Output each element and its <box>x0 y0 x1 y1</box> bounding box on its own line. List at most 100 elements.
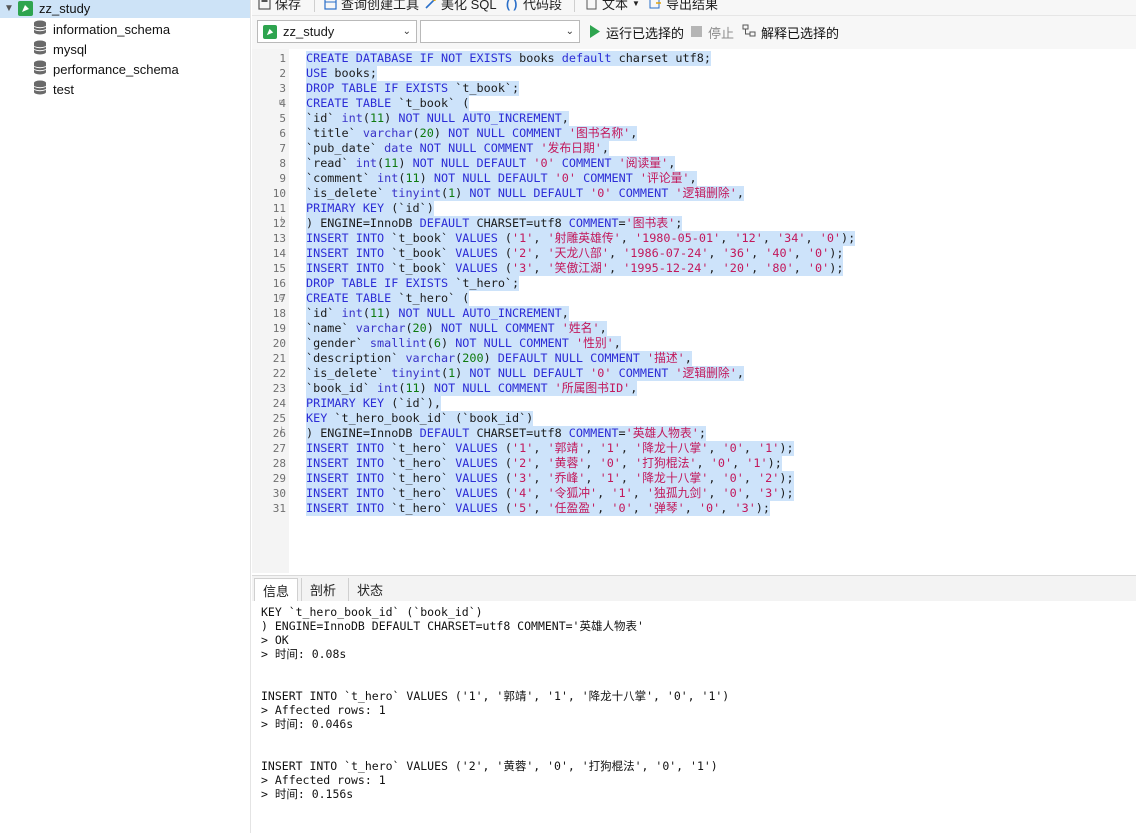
tree-item-database[interactable]: information_schema <box>0 19 250 39</box>
stop-button[interactable]: 停止 <box>691 23 734 42</box>
code-line-text: `pub_date` date NOT NULL COMMENT '发布日期', <box>306 141 609 156</box>
database-label: performance_schema <box>53 61 179 77</box>
text-mode-button[interactable]: 文本 ▼ <box>585 0 640 12</box>
database-icon <box>33 40 47 58</box>
code-line-text: `is_delete` tinyint(1) NOT NULL DEFAULT … <box>306 186 744 201</box>
code-line[interactable]: 1 CREATE DATABASE IF NOT EXISTS books def… <box>252 51 1136 66</box>
code-line[interactable]: 8 `read` int(11) NOT NULL DEFAULT '0' COM… <box>252 156 1136 171</box>
code-line[interactable]: 2 USE books; <box>252 66 1136 81</box>
line-number: 8 <box>279 157 286 170</box>
line-number: 25 <box>272 412 286 425</box>
database-label: information_schema <box>53 21 171 37</box>
tab-status[interactable]: 状态 <box>348 578 391 601</box>
code-line-text: PRIMARY KEY (`id`) <box>306 201 434 216</box>
code-snippet-button[interactable]: ( ) 代码段 <box>506 0 562 12</box>
stop-label: 停止 <box>708 26 735 41</box>
tab-info[interactable]: 信息 <box>254 578 299 601</box>
connection-select[interactable]: zz_study ⌄ <box>257 20 417 43</box>
code-line-text: INSERT INTO `t_book` VALUES ('1', '射雕英雄传… <box>306 231 856 246</box>
code-snippet-icon: ( ) <box>506 0 518 11</box>
output-line: > OK <box>261 633 289 647</box>
chevron-down-icon[interactable]: ▼ <box>4 3 14 14</box>
result-tabs: 信息 剖析 状态 <box>252 575 1136 602</box>
save-icon <box>258 0 271 10</box>
code-line[interactable]: 31 INSERT INTO `t_hero` VALUES ('5', '任盈盈… <box>252 501 1136 516</box>
code-line[interactable]: 17 ⊟ CREATE TABLE `t_hero` ( <box>252 291 1136 306</box>
line-number: 19 <box>272 322 286 335</box>
line-number: 27 <box>272 442 286 455</box>
code-line[interactable]: 28 INSERT INTO `t_hero` VALUES ('2', '黄蓉'… <box>252 456 1136 471</box>
output-line: > Affected rows: 1 <box>261 703 386 717</box>
code-line[interactable]: 10 `is_delete` tinyint(1) NOT NULL DEFAUL… <box>252 186 1136 201</box>
fold-toggle-icon[interactable]: ⊟ <box>279 96 287 111</box>
code-line[interactable]: 19 `name` varchar(20) NOT NULL COMMENT '姓… <box>252 321 1136 336</box>
fold-end-icon: └ <box>279 218 285 228</box>
code-line[interactable]: 24 PRIMARY KEY (`id`), <box>252 396 1136 411</box>
code-line[interactable]: 12 └) ENGINE=InnoDB DEFAULT CHARSET=utf8 … <box>252 216 1136 231</box>
toolbar-divider <box>314 0 315 12</box>
result-message-panel[interactable]: KEY `t_hero_book_id` (`book_id`)) ENGINE… <box>252 601 1136 833</box>
code-line[interactable]: 4 ⊟ CREATE TABLE `t_book` ( <box>252 96 1136 111</box>
code-area[interactable]: 1 CREATE DATABASE IF NOT EXISTS books def… <box>252 51 1136 516</box>
run-selected-button[interactable]: 运行已选择的 <box>589 23 684 42</box>
output-line: KEY `t_hero_book_id` (`book_id`) <box>261 605 483 619</box>
code-line[interactable]: 7 `pub_date` date NOT NULL COMMENT '发布日期'… <box>252 141 1136 156</box>
code-line-text: INSERT INTO `t_book` VALUES ('3', '笑傲江湖'… <box>306 261 844 276</box>
chevron-down-icon: ⌄ <box>402 26 411 37</box>
database-icon <box>33 80 47 98</box>
code-line-text: DROP TABLE IF EXISTS `t_book`; <box>306 81 520 96</box>
tree-item-connection[interactable]: ▼ zz_study <box>0 0 250 18</box>
query-builder-button[interactable]: 查询创建工具 <box>324 0 419 12</box>
code-line[interactable]: 6 `title` varchar(20) NOT NULL COMMENT '图… <box>252 126 1136 141</box>
line-number: 24 <box>272 397 286 410</box>
export-label: 导出结果 <box>666 0 719 12</box>
database-label: test <box>53 81 74 97</box>
code-line-text: ) ENGINE=InnoDB DEFAULT CHARSET=utf8 COM… <box>306 426 706 441</box>
tree-item-database[interactable]: test <box>0 79 250 99</box>
code-line[interactable]: 3 DROP TABLE IF EXISTS `t_book`; <box>252 81 1136 96</box>
code-line-text: `description` varchar(200) DEFAULT NULL … <box>306 351 692 366</box>
code-line-text: KEY `t_hero_book_id` (`book_id`) <box>306 411 534 426</box>
run-icon <box>589 24 601 41</box>
code-line[interactable]: 30 INSERT INTO `t_hero` VALUES ('4', '令狐冲… <box>252 486 1136 501</box>
tab-profile[interactable]: 剖析 <box>301 578 344 601</box>
code-line[interactable]: 14 INSERT INTO `t_book` VALUES ('2', '天龙八… <box>252 246 1136 261</box>
sql-editor[interactable]: 1 CREATE DATABASE IF NOT EXISTS books def… <box>252 49 1136 573</box>
tree-item-database[interactable]: performance_schema <box>0 59 250 79</box>
database-icon <box>33 20 47 38</box>
code-line[interactable]: 18 `id` int(11) NOT NULL AUTO_INCREMENT, <box>252 306 1136 321</box>
code-line[interactable]: 22 `is_delete` tinyint(1) NOT NULL DEFAUL… <box>252 366 1136 381</box>
code-line-text: `name` varchar(20) NOT NULL COMMENT '姓名'… <box>306 321 607 336</box>
explain-selected-button[interactable]: 解释已选择的 <box>742 23 839 42</box>
code-line[interactable]: 11 PRIMARY KEY (`id`) <box>252 201 1136 216</box>
output-line: INSERT INTO `t_hero` VALUES ('1', '郭靖', … <box>261 689 730 703</box>
code-line-text: ) ENGINE=InnoDB DEFAULT CHARSET=utf8 COM… <box>306 216 683 231</box>
line-number: 11 <box>272 202 286 215</box>
code-line[interactable]: 26 └) ENGINE=InnoDB DEFAULT CHARSET=utf8 … <box>252 426 1136 441</box>
text-mode-label: 文本 <box>602 0 629 12</box>
code-line[interactable]: 21 `description` varchar(200) DEFAULT NUL… <box>252 351 1136 366</box>
code-line[interactable]: 25 KEY `t_hero_book_id` (`book_id`) <box>252 411 1136 426</box>
beautify-sql-button[interactable]: 美化 SQL <box>424 0 497 12</box>
database-select[interactable]: ⌄ <box>420 20 580 43</box>
code-line[interactable]: 29 INSERT INTO `t_hero` VALUES ('3', '乔峰'… <box>252 471 1136 486</box>
line-number: 13 <box>272 232 286 245</box>
export-result-button[interactable]: 导出结果 <box>649 0 718 12</box>
code-line[interactable]: 20 `gender` smallint(6) NOT NULL COMMENT … <box>252 336 1136 351</box>
line-number: 9 <box>279 172 286 185</box>
code-line[interactable]: 23 `book_id` int(11) NOT NULL COMMENT '所属… <box>252 381 1136 396</box>
tree-item-database[interactable]: mysql <box>0 39 250 59</box>
code-line[interactable]: 5 `id` int(11) NOT NULL AUTO_INCREMENT, <box>252 111 1136 126</box>
stop-icon <box>691 25 702 40</box>
save-button[interactable]: 保存 <box>258 0 301 12</box>
code-line[interactable]: 16 DROP TABLE IF EXISTS `t_hero`; <box>252 276 1136 291</box>
code-line-text: `is_delete` tinyint(1) NOT NULL DEFAULT … <box>306 366 744 381</box>
output-line: > 时间: 0.08s <box>261 647 347 661</box>
code-line[interactable]: 13 INSERT INTO `t_book` VALUES ('1', '射雕英… <box>252 231 1136 246</box>
code-line[interactable]: 9 `comment` int(11) NOT NULL DEFAULT '0' … <box>252 171 1136 186</box>
code-line[interactable]: 27 INSERT INTO `t_hero` VALUES ('1', '郭靖'… <box>252 441 1136 456</box>
code-line[interactable]: 15 INSERT INTO `t_book` VALUES ('3', '笑傲江… <box>252 261 1136 276</box>
code-line-text: CREATE TABLE `t_hero` ( <box>306 291 470 306</box>
fold-toggle-icon[interactable]: ⊟ <box>279 291 287 306</box>
line-number: 30 <box>272 487 286 500</box>
